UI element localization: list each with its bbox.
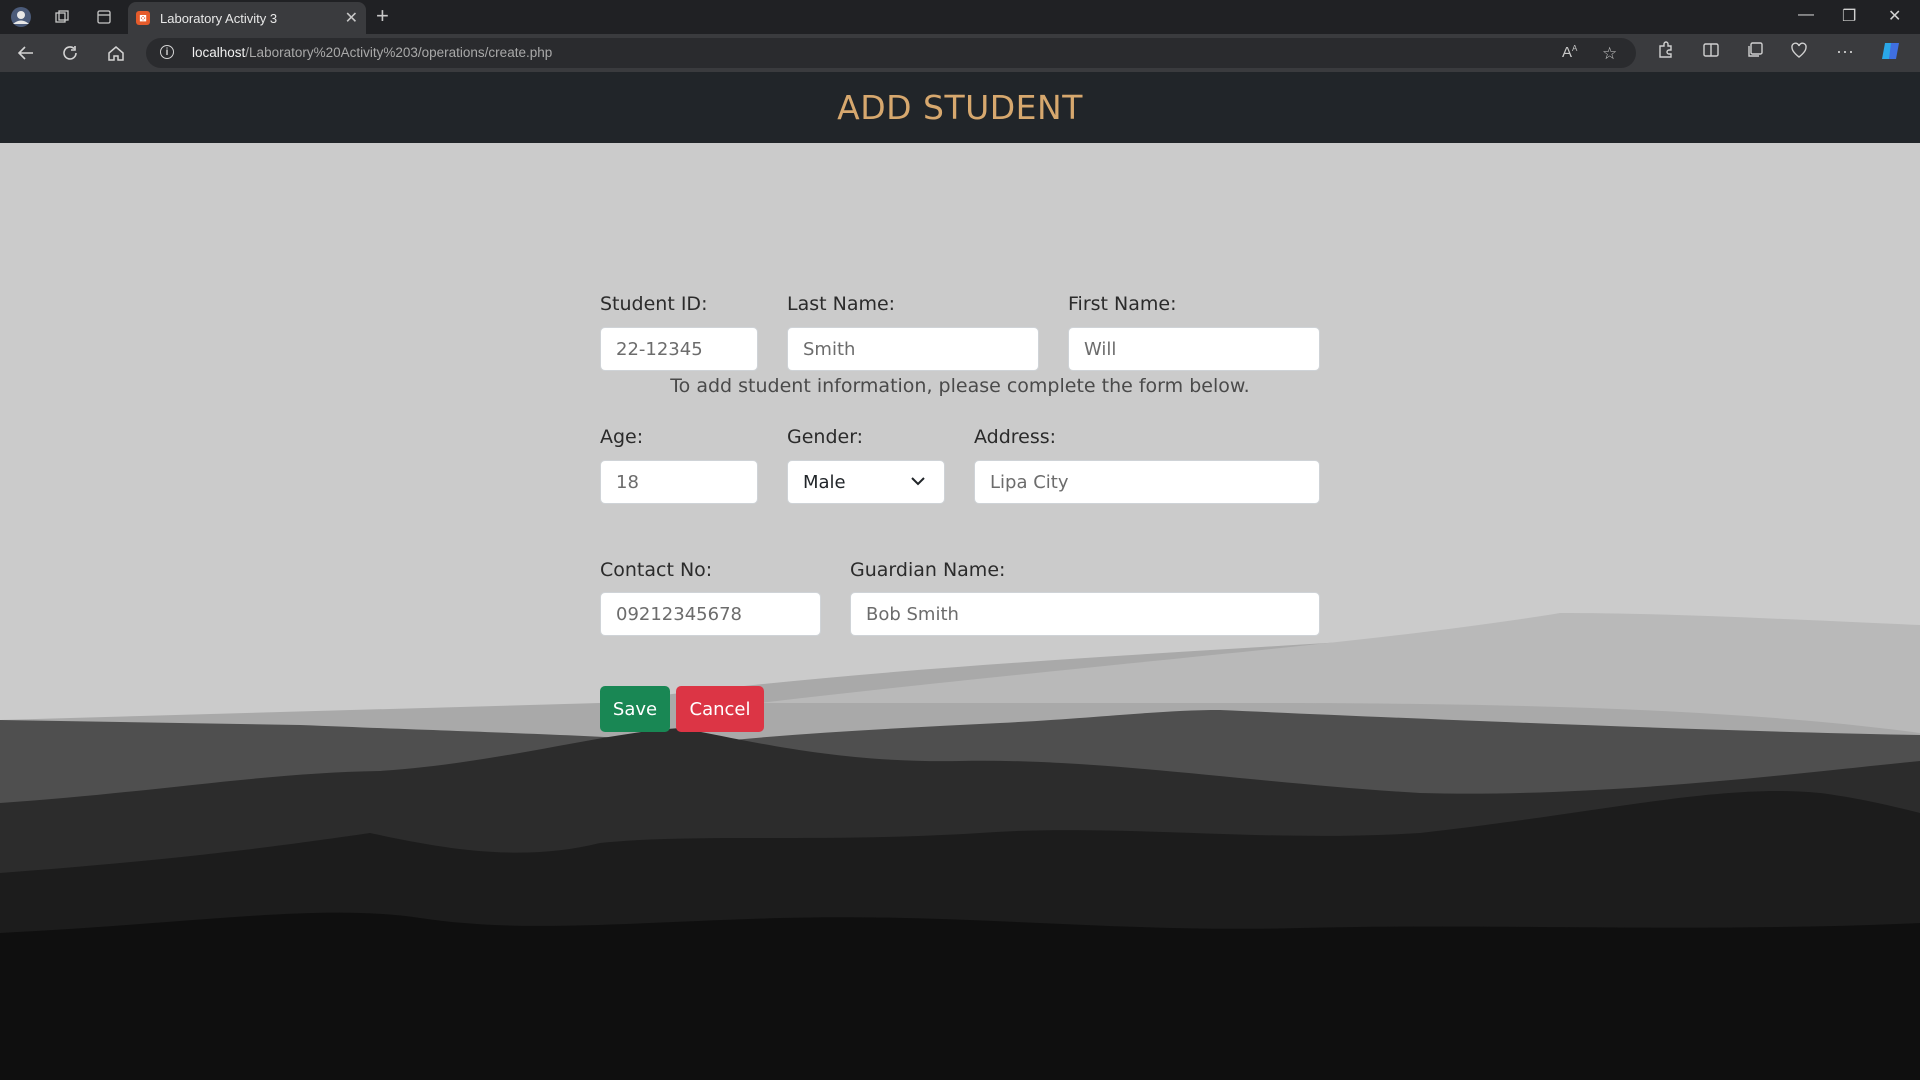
student-id-input[interactable] xyxy=(600,327,758,371)
last-name-label: Last Name: xyxy=(787,293,896,315)
contact-no-input[interactable] xyxy=(600,592,821,636)
address-label: Address: xyxy=(974,426,1057,448)
read-aloud-icon[interactable]: AA xyxy=(1562,44,1577,61)
url-path: /Laboratory%20Activity%203/operations/cr… xyxy=(245,45,553,60)
minimize-icon[interactable]: — xyxy=(1798,6,1814,24)
address-input[interactable] xyxy=(974,460,1320,504)
split-screen-icon[interactable] xyxy=(1702,41,1720,64)
workspaces-icon[interactable] xyxy=(50,5,74,29)
tab-actions-icon[interactable] xyxy=(92,5,116,29)
first-name-input[interactable] xyxy=(1068,327,1320,371)
more-options-icon[interactable]: ··· xyxy=(1836,41,1854,62)
url-host: localhost xyxy=(192,45,246,60)
contact-no-label: Contact No: xyxy=(600,559,713,581)
first-name-label: First Name: xyxy=(1068,293,1177,315)
browser-tab-strip: ⊠ Laboratory Activity 3 ✕ + — ❐ ✕ xyxy=(0,0,1920,34)
chevron-down-icon xyxy=(911,477,925,486)
page-header: ADD STUDENT xyxy=(0,72,1920,143)
back-icon[interactable] xyxy=(14,41,38,65)
tab-laboratory-activity[interactable]: ⊠ Laboratory Activity 3 ✕ xyxy=(128,2,366,34)
page-body: To add student information, please compl… xyxy=(0,143,1920,1080)
url-text[interactable]: localhost/Laboratory%20Activity%203/oper… xyxy=(192,45,552,60)
copilot-icon[interactable] xyxy=(1880,41,1902,66)
tab-title: Laboratory Activity 3 xyxy=(160,11,278,26)
site-info-icon[interactable]: i xyxy=(160,45,174,59)
guardian-name-input[interactable] xyxy=(850,592,1320,636)
form-intro-text: To add student information, please compl… xyxy=(670,375,1250,397)
restore-icon[interactable]: ❐ xyxy=(1842,6,1856,26)
browser-toolbar: i localhost/Laboratory%20Activity%203/op… xyxy=(0,34,1920,73)
collections-icon[interactable] xyxy=(1746,41,1764,64)
gender-label: Gender: xyxy=(787,426,864,448)
browser-essentials-icon[interactable] xyxy=(1790,41,1808,64)
save-button[interactable]: Save xyxy=(600,686,670,732)
guardian-name-label: Guardian Name: xyxy=(850,559,1006,581)
close-window-icon[interactable]: ✕ xyxy=(1888,6,1901,26)
gender-selected-value: Male xyxy=(803,471,846,493)
last-name-input[interactable] xyxy=(787,327,1039,371)
student-id-label: Student ID: xyxy=(600,293,708,315)
refresh-icon[interactable] xyxy=(58,41,82,65)
gender-select[interactable]: Male xyxy=(787,460,945,504)
age-label: Age: xyxy=(600,426,644,448)
new-tab-icon[interactable]: + xyxy=(376,4,389,28)
cancel-button[interactable]: Cancel xyxy=(676,686,764,732)
age-input[interactable] xyxy=(600,460,758,504)
favorite-star-icon[interactable]: ☆ xyxy=(1602,44,1617,64)
home-icon[interactable] xyxy=(104,41,128,65)
profile-icon[interactable] xyxy=(9,5,33,29)
xampp-favicon-icon: ⊠ xyxy=(136,11,150,25)
page-title: ADD STUDENT xyxy=(837,88,1083,127)
extensions-icon[interactable] xyxy=(1656,41,1674,64)
address-bar[interactable]: i localhost/Laboratory%20Activity%203/op… xyxy=(146,38,1636,68)
tab-close-icon[interactable]: ✕ xyxy=(345,8,358,28)
